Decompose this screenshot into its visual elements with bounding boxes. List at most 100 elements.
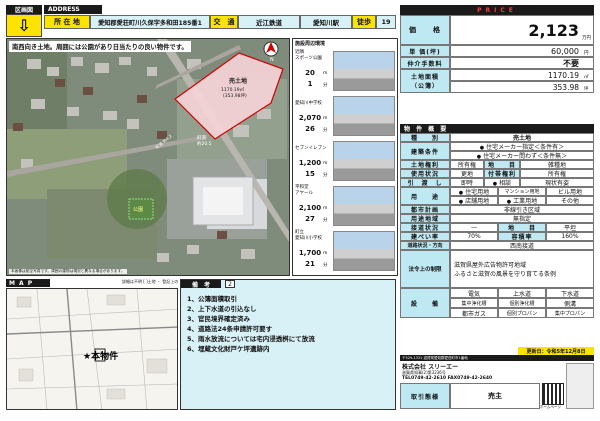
biko-panel: 備 考 2 1、公簿面積取引 2、上下水道の引込なし 3、官民境界確定済み 4、道路法… bbox=[180, 279, 396, 410]
tsubo-price-value-box: 60,000 bbox=[450, 45, 594, 57]
youtochiiki-value: 無指定 bbox=[450, 214, 594, 223]
hourei-v2: ふるさと滋賀の風景を守り育てる条例 bbox=[454, 271, 557, 278]
company-tel: TEL0749-42-2610 FAX0749-42-2640 bbox=[402, 376, 493, 381]
surrounding-photo bbox=[333, 141, 395, 181]
land-tsubo: (353.98坪) bbox=[223, 92, 247, 99]
shubetsu-value: 売土地 bbox=[450, 133, 594, 142]
surrounding-item: 町立 愛知川小学校 1,700 m 21 分 bbox=[293, 229, 397, 273]
overview-table: 物 件 概 要 種 別 売土地 建築条件 住宅メーカー指定＜条件有＞ 住宅メーカ… bbox=[400, 124, 594, 346]
biko-item: 6、埋蔵文化財戸ケ坪遺跡内 bbox=[187, 345, 270, 353]
biko-list: 1、公簿面積取引 2、上下水道の引込なし 3、官民境界確定済み 4、道路法24条申請許… bbox=[187, 294, 315, 354]
address-value: 愛知郡愛荘町川久保字多和田185番1 bbox=[90, 15, 210, 29]
setsubi-1-1: 個別浄化槽 bbox=[498, 298, 546, 308]
biko-item: 5、雨水放流については宅内浸透桝にて放流 bbox=[187, 335, 315, 343]
biko-num: 2 bbox=[225, 280, 235, 288]
surrounding-unit-m: m bbox=[323, 206, 328, 211]
youto-0-text: 住宅用地 bbox=[459, 188, 489, 195]
kokudo-v2: 平坦 bbox=[546, 223, 594, 232]
youto-4-text: 工業用地 bbox=[507, 197, 537, 204]
surroundings-panel: 施設周辺環境 近隣 スポーツ公園 20 m 1 分 愛知川中学校 2,070 m… bbox=[292, 38, 398, 276]
toshi-label: 都市計画 bbox=[400, 205, 450, 214]
futai-label: 付帯権利 bbox=[484, 169, 520, 178]
north-label: N bbox=[270, 57, 274, 63]
surrounding-minutes: 15 bbox=[305, 170, 315, 178]
hourei-values: 滋賀県屋外広告物許可地域 ふるさと滋賀の風景を守り育てる条例 bbox=[450, 250, 594, 288]
price-value: 2,123 bbox=[528, 20, 579, 40]
biko-item: 1、公簿面積取引 bbox=[187, 295, 238, 303]
chimoku-label: 地 目 bbox=[484, 160, 520, 169]
surrounding-item: 愛知川中学校 2,070 m 26 分 bbox=[293, 94, 397, 138]
map-mini-icon bbox=[566, 363, 594, 409]
setsubi-2-0: 都市ガス bbox=[450, 308, 498, 318]
aerial-copyright: 本画像は航空写真です。周囲の建物は現況と異なる場合があります。 bbox=[9, 269, 127, 274]
price-label: 価 格 bbox=[400, 15, 450, 45]
hikiwatashi-v2-text: 相談 bbox=[493, 179, 511, 186]
surrounding-unit-min: 分 bbox=[323, 173, 328, 178]
setsubi-2-2: 集中プロパン bbox=[546, 308, 594, 318]
setsubi-0-0: 電気 bbox=[450, 288, 498, 298]
kotsu-label: 交 通 bbox=[210, 15, 238, 29]
youto-3-text: 店舗用地 bbox=[459, 197, 489, 204]
surrounding-name: セブンイレブン bbox=[295, 146, 327, 151]
surrounding-minutes: 21 bbox=[305, 260, 315, 268]
youto-2: ビル用地 bbox=[546, 187, 594, 196]
map-note: 詳細は不明 [ ]土地 ・ 登記上の bbox=[122, 279, 179, 284]
area-tsubo-unit: 坪 bbox=[584, 87, 589, 92]
hikiwatashi-v1: 即時 bbox=[450, 178, 484, 187]
surrounding-distance: 20 bbox=[305, 69, 315, 77]
toho-label: 徒歩 bbox=[352, 15, 376, 29]
road-width: 約20.5 bbox=[197, 140, 212, 147]
hikiwatashi-v2: 相談 bbox=[484, 178, 520, 187]
biko-item: 4、道路法24条申請許可要す bbox=[187, 325, 273, 333]
kokudo-v1: — bbox=[450, 223, 498, 232]
toshi-value: 非線引き区域 bbox=[450, 205, 594, 214]
surrounding-unit-min: 分 bbox=[323, 83, 328, 88]
kenpei-label: 建ぺい率 bbox=[400, 232, 450, 241]
price-en-label: PRICE bbox=[400, 5, 594, 15]
qr-code-icon bbox=[542, 383, 564, 405]
futai-value: 所有権 bbox=[520, 169, 594, 178]
surrounding-name: 愛知川中学校 bbox=[295, 101, 322, 106]
price-value-box: 2,123 bbox=[450, 15, 594, 45]
surrounding-item: 平和堂 アヤール 2,100 m 27 分 bbox=[293, 184, 397, 228]
map-label: M A P bbox=[6, 279, 50, 287]
setsubi-label: 設 備 bbox=[400, 288, 450, 318]
aerial-photo: 公園 売土地 1170.19㎡ (353.98坪) 町道 約20.5 町道 約4… bbox=[6, 38, 290, 276]
surrounding-unit-m: m bbox=[323, 71, 328, 76]
tochikenri-value: 所有権 bbox=[450, 160, 484, 169]
tsubo-price-label: 単 価(坪) bbox=[400, 45, 450, 57]
surrounding-unit-min: 分 bbox=[323, 128, 328, 133]
surrounding-unit-m: m bbox=[323, 251, 328, 256]
setsudo-value: 西南接道 bbox=[450, 241, 594, 250]
kenchiku-label: 建築条件 bbox=[400, 142, 450, 160]
surrounding-photo bbox=[333, 51, 395, 91]
surrounding-unit-m: m bbox=[323, 116, 328, 121]
youto-1: マンション用地 bbox=[498, 187, 546, 196]
torihiki-label: 取引態様 bbox=[400, 383, 450, 409]
setsubi-0-2: 下水道 bbox=[546, 288, 594, 298]
shiyou-value: 更地 bbox=[450, 169, 484, 178]
land-area-label: 土地面積 （公簿） bbox=[400, 69, 450, 93]
area-sqm-unit: ㎡ bbox=[584, 75, 589, 80]
biko-item: 3、官民境界確定済み bbox=[187, 315, 251, 323]
surrounding-unit-min: 分 bbox=[323, 263, 328, 268]
walk-minutes: 19 bbox=[376, 15, 396, 29]
youtochiiki-label: 用途地域 bbox=[400, 214, 450, 223]
overview-title: 物 件 概 要 bbox=[400, 124, 594, 133]
fee-value: 不要 bbox=[563, 58, 579, 68]
youseki-label: 容積率 bbox=[498, 232, 546, 241]
surrounding-photo bbox=[333, 186, 395, 226]
area-sqm-value: 1170.19 bbox=[547, 70, 579, 80]
surrounding-distance: 1,700 bbox=[298, 249, 322, 257]
setsudo-label: 道路状況・方向 bbox=[400, 241, 450, 250]
youto-5: その他 bbox=[546, 196, 594, 205]
surrounding-name: 愛知川小学校 bbox=[295, 236, 322, 241]
setsubi-2-1: 個別プロパン bbox=[498, 308, 546, 318]
surrounding-name: スポーツ公園 bbox=[295, 56, 322, 61]
koubo-label: （公簿） bbox=[410, 83, 439, 90]
park-label: 公園 bbox=[133, 207, 143, 213]
kenchiku-opt2-text: 住宅メーカー問わず＜条件無＞ bbox=[477, 152, 567, 159]
surrounding-item: セブンイレブン 1,200 m 15 分 bbox=[293, 139, 397, 183]
hourei-v1: 滋賀県屋外広告物許可地域 bbox=[454, 262, 527, 269]
surrounding-minutes: 26 bbox=[305, 125, 315, 133]
